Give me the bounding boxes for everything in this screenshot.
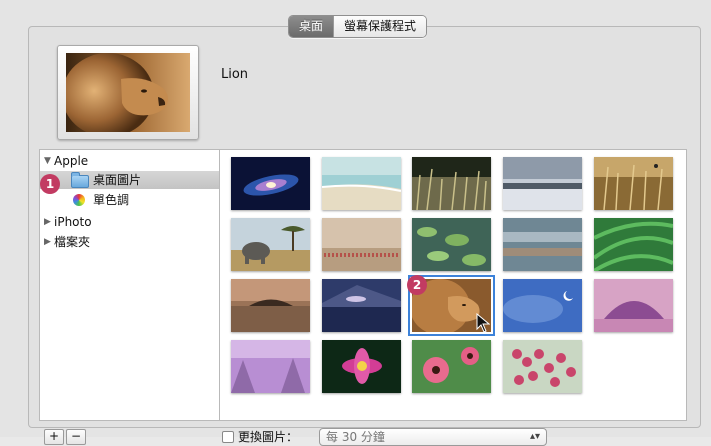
mouse-pointer-icon — [476, 313, 490, 333]
current-wallpaper-well[interactable] — [57, 45, 199, 140]
disclosure-collapsed-icon[interactable]: ▶ — [44, 233, 51, 251]
thumbnail-flamingos[interactable] — [322, 218, 401, 271]
current-wallpaper-image — [66, 53, 190, 132]
thumbnail-island-sunset[interactable] — [231, 279, 310, 332]
source-list: ▼ Apple 桌面圖片 單色調 ▶ iPhoto ▶ 檔案夾 — [39, 149, 220, 421]
sidebar-item-label: 桌面圖片 — [93, 173, 142, 187]
disclosure-expanded-icon[interactable]: ▼ — [44, 152, 51, 170]
add-folder-button[interactable]: + — [44, 429, 64, 445]
folder-icon — [71, 172, 89, 188]
color-wheel-icon — [73, 194, 85, 206]
sidebar-item-desktop-pictures[interactable]: 桌面圖片 — [40, 171, 220, 189]
segmented-tabs: 桌面 螢幕保護程式 — [288, 15, 428, 38]
thumbnail-lily-pads[interactable] — [412, 218, 491, 271]
step-badge-1: 1 — [40, 174, 60, 194]
thumbnail-golden-grass[interactable] — [594, 157, 673, 210]
sidebar-item-folders[interactable]: ▶ 檔案夾 — [40, 233, 220, 251]
thumbnail-elephant[interactable] — [231, 218, 310, 271]
change-picture-checkbox[interactable] — [222, 431, 234, 443]
tab-desktop[interactable]: 桌面 — [289, 16, 334, 37]
sidebar-item-iphoto[interactable]: ▶ iPhoto — [40, 213, 220, 231]
thumbnail-grass-field[interactable] — [412, 157, 491, 210]
thumbnail-lotus-flower[interactable] — [322, 340, 401, 393]
desktop-preferences-window: 桌面 螢幕保護程式 Lion ▼ Apple 桌面圖片 單色調 ▶ iPhoto… — [0, 0, 711, 446]
change-interval-select[interactable]: 每 30 分鐘 ▴▾ — [319, 428, 547, 446]
thumbnail-mountain-lake[interactable] — [322, 279, 401, 332]
step-badge-2: 2 — [407, 275, 427, 295]
sidebar-item-label: Apple — [54, 154, 89, 168]
tab-screensaver[interactable]: 螢幕保護程式 — [333, 16, 427, 37]
thumbnail-galaxy[interactable] — [231, 157, 310, 210]
thumbnail-green-leaves[interactable] — [594, 218, 673, 271]
wallpaper-name: Lion — [221, 67, 249, 82]
sidebar-item-label: 單色調 — [93, 193, 130, 207]
thumbnail-beach-sea[interactable] — [322, 157, 401, 210]
thumbnail-lake-clouds[interactable] — [503, 157, 582, 210]
disclosure-collapsed-icon[interactable]: ▶ — [44, 213, 51, 231]
chevron-updown-icon: ▴▾ — [529, 431, 540, 442]
thumbnail-moon-sky[interactable] — [503, 279, 582, 332]
interval-value: 每 30 分鐘 — [326, 430, 385, 444]
thumbnail-pink-berries[interactable] — [503, 340, 582, 393]
sidebar-item-label: iPhoto — [54, 215, 92, 229]
thumbnail-pink-poppies[interactable] — [412, 340, 491, 393]
remove-folder-button[interactable]: − — [66, 429, 86, 445]
thumbnail-pink-mountain[interactable] — [594, 279, 673, 332]
thumbnail-purple-mist[interactable] — [231, 340, 310, 393]
thumbnail-misty-water[interactable] — [503, 218, 582, 271]
sidebar-item-label: 檔案夾 — [54, 235, 91, 249]
sidebar-item-apple[interactable]: ▼ Apple — [40, 152, 220, 170]
sidebar-item-solid-colors[interactable]: 單色調 — [40, 191, 220, 209]
